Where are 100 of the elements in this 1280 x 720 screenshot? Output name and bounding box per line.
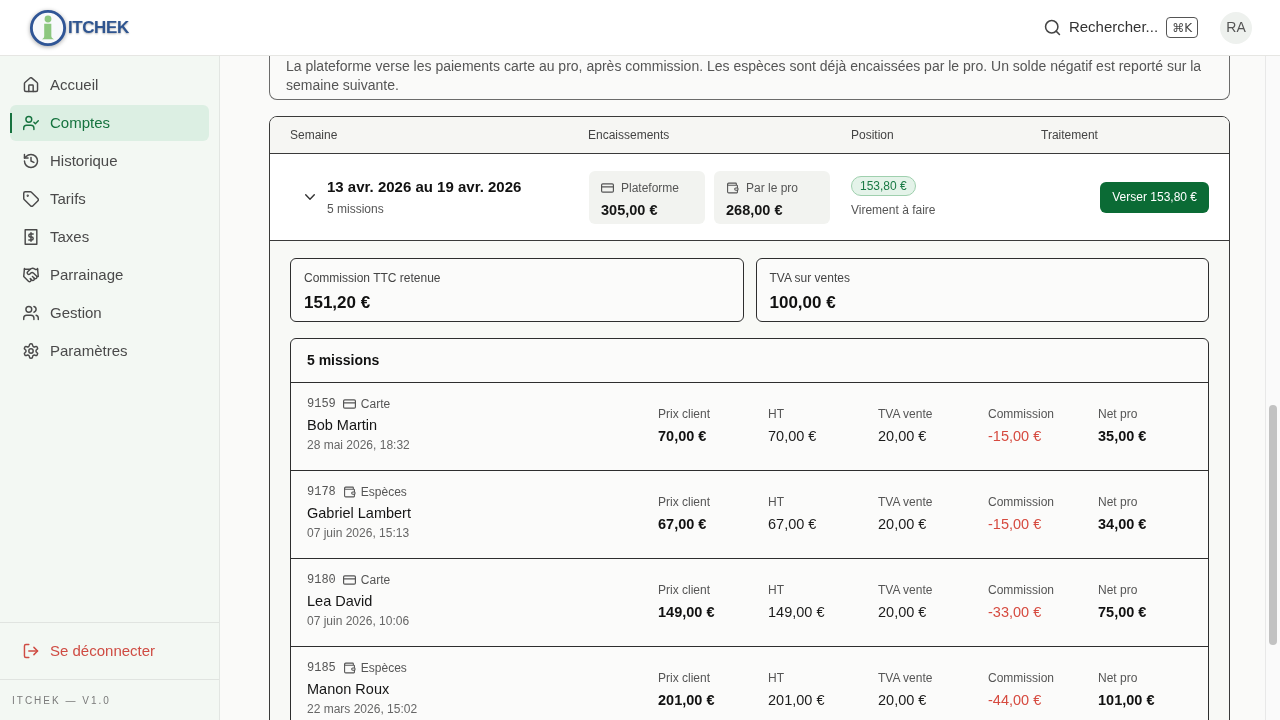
stat-value: 151,20 €	[304, 292, 372, 314]
card-icon	[342, 574, 356, 586]
client-name: Manon Roux	[307, 680, 390, 698]
column-header: Encaissements	[588, 127, 671, 144]
figure-value: -33,00 €	[988, 603, 1042, 623]
payment-method: Espèces	[360, 484, 407, 500]
sidebar-item[interactable]: Tarifs	[10, 181, 209, 217]
collection-amount: 268,00 €	[726, 200, 784, 220]
mission-count: 5 missions	[327, 201, 385, 219]
figure-label: HT	[768, 406, 784, 424]
figure-label: Prix client	[658, 670, 710, 688]
column-header: Position	[851, 127, 895, 144]
mission-id: 9185	[307, 660, 336, 676]
mission-id: 9180	[307, 572, 336, 588]
figure-value: -44,00 €	[988, 691, 1042, 711]
logout-link[interactable]: Se déconnecter	[10, 633, 209, 669]
figure-value: -15,00 €	[988, 515, 1042, 535]
figure-label: Net pro	[1098, 670, 1138, 688]
settings-icon	[23, 343, 39, 359]
mission-date: 07 juin 2026, 15:13	[307, 525, 410, 541]
payment-method: Carte	[360, 572, 391, 588]
card-icon	[601, 181, 614, 194]
collection-amount: 305,00 €	[601, 200, 659, 220]
logo-text: ITCHEK	[68, 16, 129, 39]
sidebar-item[interactable]: Historique	[10, 143, 209, 179]
column-header: Semaine	[290, 127, 339, 144]
figure-value: 34,00 €	[1098, 515, 1147, 535]
payment-method: Carte	[360, 396, 391, 412]
figure-label: Net pro	[1098, 494, 1138, 512]
stat-value: 100,00 €	[769, 292, 837, 314]
user-check-icon	[23, 115, 39, 131]
figure-value: 70,00 €	[658, 427, 707, 447]
figure-label: TVA vente	[878, 406, 933, 424]
figure-value: 20,00 €	[878, 691, 927, 711]
search-button[interactable]: Rechercher...	[1043, 9, 1159, 46]
figure-label: Commission	[988, 494, 1054, 512]
figure-value: 149,00 €	[768, 603, 825, 623]
figure-value: 101,00 €	[1098, 691, 1155, 711]
figure-label: Prix client	[658, 582, 710, 600]
app-version: ITCHEK — V1.0	[12, 693, 111, 708]
wallet-icon	[342, 662, 356, 674]
user-avatar[interactable]: RA	[1220, 11, 1252, 44]
balance-badge: 153,80 €	[851, 175, 916, 196]
sidebar-item[interactable]: Taxes	[10, 219, 209, 255]
figure-label: HT	[768, 494, 784, 512]
missions-heading: 5 missions	[307, 351, 380, 370]
figure-value: 20,00 €	[878, 427, 927, 447]
figure-label: Net pro	[1098, 582, 1138, 600]
logout-icon	[23, 643, 39, 659]
figure-label: Commission	[988, 670, 1054, 688]
week-range: 13 avr. 2026 au 19 avr. 2026	[327, 176, 522, 197]
figure-label: Net pro	[1098, 406, 1138, 424]
history-icon	[23, 153, 39, 169]
search-icon	[1043, 19, 1061, 36]
scrollbar-thumb[interactable]	[1269, 405, 1277, 645]
figure-value: 20,00 €	[878, 515, 927, 535]
figure-label: HT	[768, 582, 784, 600]
transfer-status: Virement à faire	[851, 201, 936, 219]
tag-icon	[23, 191, 39, 207]
figure-value: 201,00 €	[768, 691, 825, 711]
wallet-icon	[342, 486, 356, 498]
info-note: La plateforme verse les paiements carte au pro, après commission. Les espèces sont déjà encaissées par le pro. Un solde négatif est reporté sur la semaine suivante.	[269, 56, 1230, 100]
logo-icon	[29, 8, 67, 47]
figure-value: 149,00 €	[658, 603, 715, 623]
figure-value: -15,00 €	[988, 427, 1042, 447]
sidebar-item[interactable]: Accueil	[10, 67, 209, 103]
collection-label: Plateforme	[621, 179, 680, 197]
figure-value: 75,00 €	[1098, 603, 1147, 623]
wallet-icon	[726, 181, 739, 194]
figure-value: 20,00 €	[878, 603, 927, 623]
sidebar-item[interactable]: Parrainage	[10, 257, 209, 293]
figure-label: TVA vente	[878, 494, 933, 512]
client-name: Bob Martin	[307, 416, 378, 434]
collection-label: Par le pro	[746, 179, 799, 197]
sidebar-item[interactable]: Gestion	[10, 295, 209, 331]
mission-date: 28 mai 2026, 18:32	[307, 437, 410, 453]
figure-value: 201,00 €	[658, 691, 715, 711]
receipt-dollar-icon	[23, 229, 39, 245]
mission-id: 9178	[307, 484, 336, 500]
sidebar-item[interactable]: Comptes	[10, 105, 209, 141]
mission-date: 22 mars 2026, 15:02	[307, 701, 418, 717]
figure-value: 35,00 €	[1098, 427, 1147, 447]
payout-button[interactable]: Verser 153,80 €	[1100, 181, 1209, 213]
figure-value: 67,00 €	[768, 515, 817, 535]
figure-label: TVA vente	[878, 582, 933, 600]
client-name: Gabriel Lambert	[307, 504, 411, 522]
stat-label: TVA sur ventes	[769, 270, 851, 287]
handshake-icon	[23, 267, 39, 283]
figure-label: Prix client	[658, 494, 710, 512]
figure-value: 67,00 €	[658, 515, 707, 535]
figure-label: Commission	[988, 406, 1054, 424]
sidebar-item[interactable]: Paramètres	[10, 333, 209, 369]
client-name: Lea David	[307, 592, 373, 610]
payment-method: Espèces	[360, 660, 407, 676]
shortcut-key: ⌘K	[1166, 17, 1198, 38]
column-header: Traitement	[1041, 127, 1099, 144]
figure-label: Prix client	[658, 406, 710, 424]
figure-label: HT	[768, 670, 784, 688]
home-icon	[23, 77, 39, 93]
mission-date: 07 juin 2026, 10:06	[307, 613, 410, 629]
